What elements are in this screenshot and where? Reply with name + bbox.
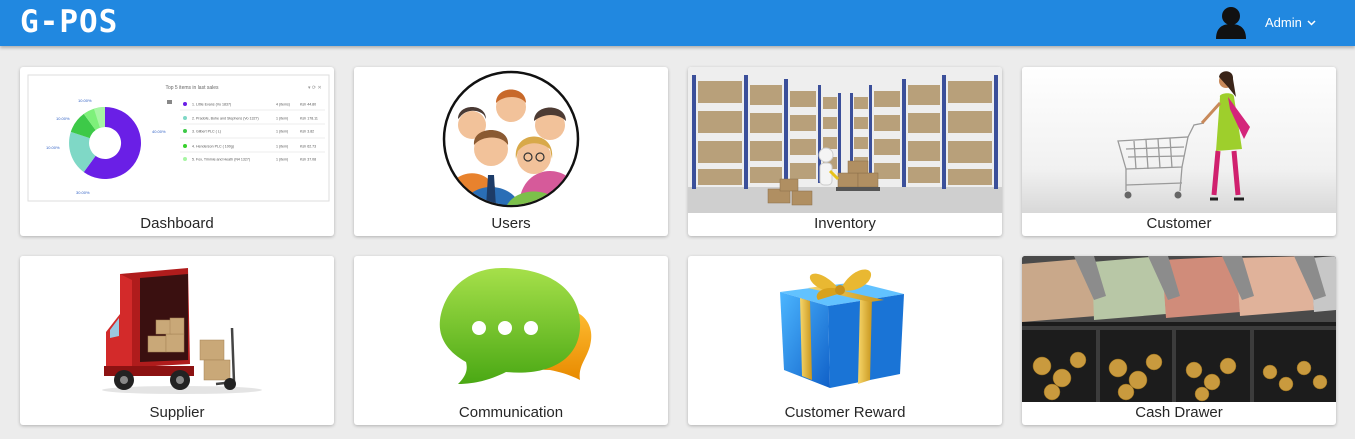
tile-communication[interactable]: Communication	[354, 256, 668, 425]
tile-customer-reward[interactable]: Customer Reward	[688, 256, 1002, 425]
tile-customer[interactable]: Customer	[1022, 67, 1336, 236]
inventory-warehouse-image	[688, 67, 1002, 213]
cash-drawer-image	[1022, 256, 1336, 402]
tile-label: Dashboard	[140, 215, 214, 232]
slice-label: 30.00%	[76, 190, 90, 195]
legend-row-qty: 1 (item)	[276, 158, 288, 162]
dashboard-preview-image: Top 5 items in last sales ▾ ⟳ ✕ 40.00% 3…	[20, 67, 334, 213]
legend-row-qty: 4 (items)	[276, 103, 290, 107]
slice-label: 10.00%	[46, 145, 60, 150]
top-bar: G-POS Admin	[0, 0, 1355, 46]
tile-label: Communication	[458, 404, 564, 421]
gift-box-icon	[688, 256, 1002, 402]
legend-row-amount: Ksh 44.80	[300, 103, 316, 107]
user-menu[interactable]: Admin	[1265, 15, 1316, 30]
legend-row-name: 3. Gilbert PLC ( L)	[192, 130, 221, 134]
legend-row-name: 4. Henderson PLC ( 100g)	[192, 145, 234, 149]
legend-row-qty: 1 (item)	[276, 117, 288, 121]
app-title[interactable]: G-POS	[20, 4, 118, 40]
tile-label: Cash Drawer	[1135, 404, 1223, 421]
slice-label: 10.00%	[56, 116, 70, 121]
legend-row-amount: Ksh 37.08	[300, 158, 316, 162]
customer-shopping-image	[1022, 67, 1336, 213]
tile-label: Supplier	[149, 404, 205, 421]
svg-text:▾ ⟳ ✕: ▾ ⟳ ✕	[308, 85, 322, 91]
chat-bubbles-icon	[354, 256, 668, 402]
chevron-down-icon	[1307, 19, 1316, 26]
user-avatar-icon[interactable]	[1215, 5, 1247, 39]
legend-row-name: 2. Pradofe, Bohe and Stephens (Vo 1327)	[192, 117, 259, 121]
legend-row-amount: Ksh 3.82	[300, 130, 314, 134]
legend-row-name: 5. Fox, Timmie and Heath (N4 1327)	[192, 158, 250, 162]
tile-users[interactable]: Users	[354, 67, 668, 236]
tile-label: Users	[491, 215, 531, 232]
users-icon	[354, 67, 668, 213]
tile-label: Inventory	[814, 215, 876, 232]
tile-inventory[interactable]: Inventory	[688, 67, 1002, 236]
slice-label: 10.00%	[78, 98, 92, 103]
tile-label: Customer	[1146, 215, 1212, 232]
legend-row-name: 1. Little Evans (Vo 1837)	[192, 103, 231, 107]
tile-cash-drawer[interactable]: Cash Drawer	[1022, 256, 1336, 425]
legend-row-qty: 1 (item)	[276, 130, 288, 134]
preview-title: Top 5 items in last sales	[165, 85, 219, 91]
legend-row-amount: Ksh 178.11	[300, 117, 318, 121]
tile-label: Customer Reward	[784, 404, 906, 421]
slice-label: 40.00%	[152, 129, 166, 134]
legend-row-qty: 1 (item)	[276, 145, 288, 149]
supplier-truck-image	[20, 256, 334, 402]
tile-supplier[interactable]: Supplier	[20, 256, 334, 425]
tile-dashboard[interactable]: Top 5 items in last sales ▾ ⟳ ✕ 40.00% 3…	[20, 67, 334, 236]
legend-row-amount: Ksh 62.73	[300, 145, 316, 149]
user-name: Admin	[1265, 15, 1302, 30]
